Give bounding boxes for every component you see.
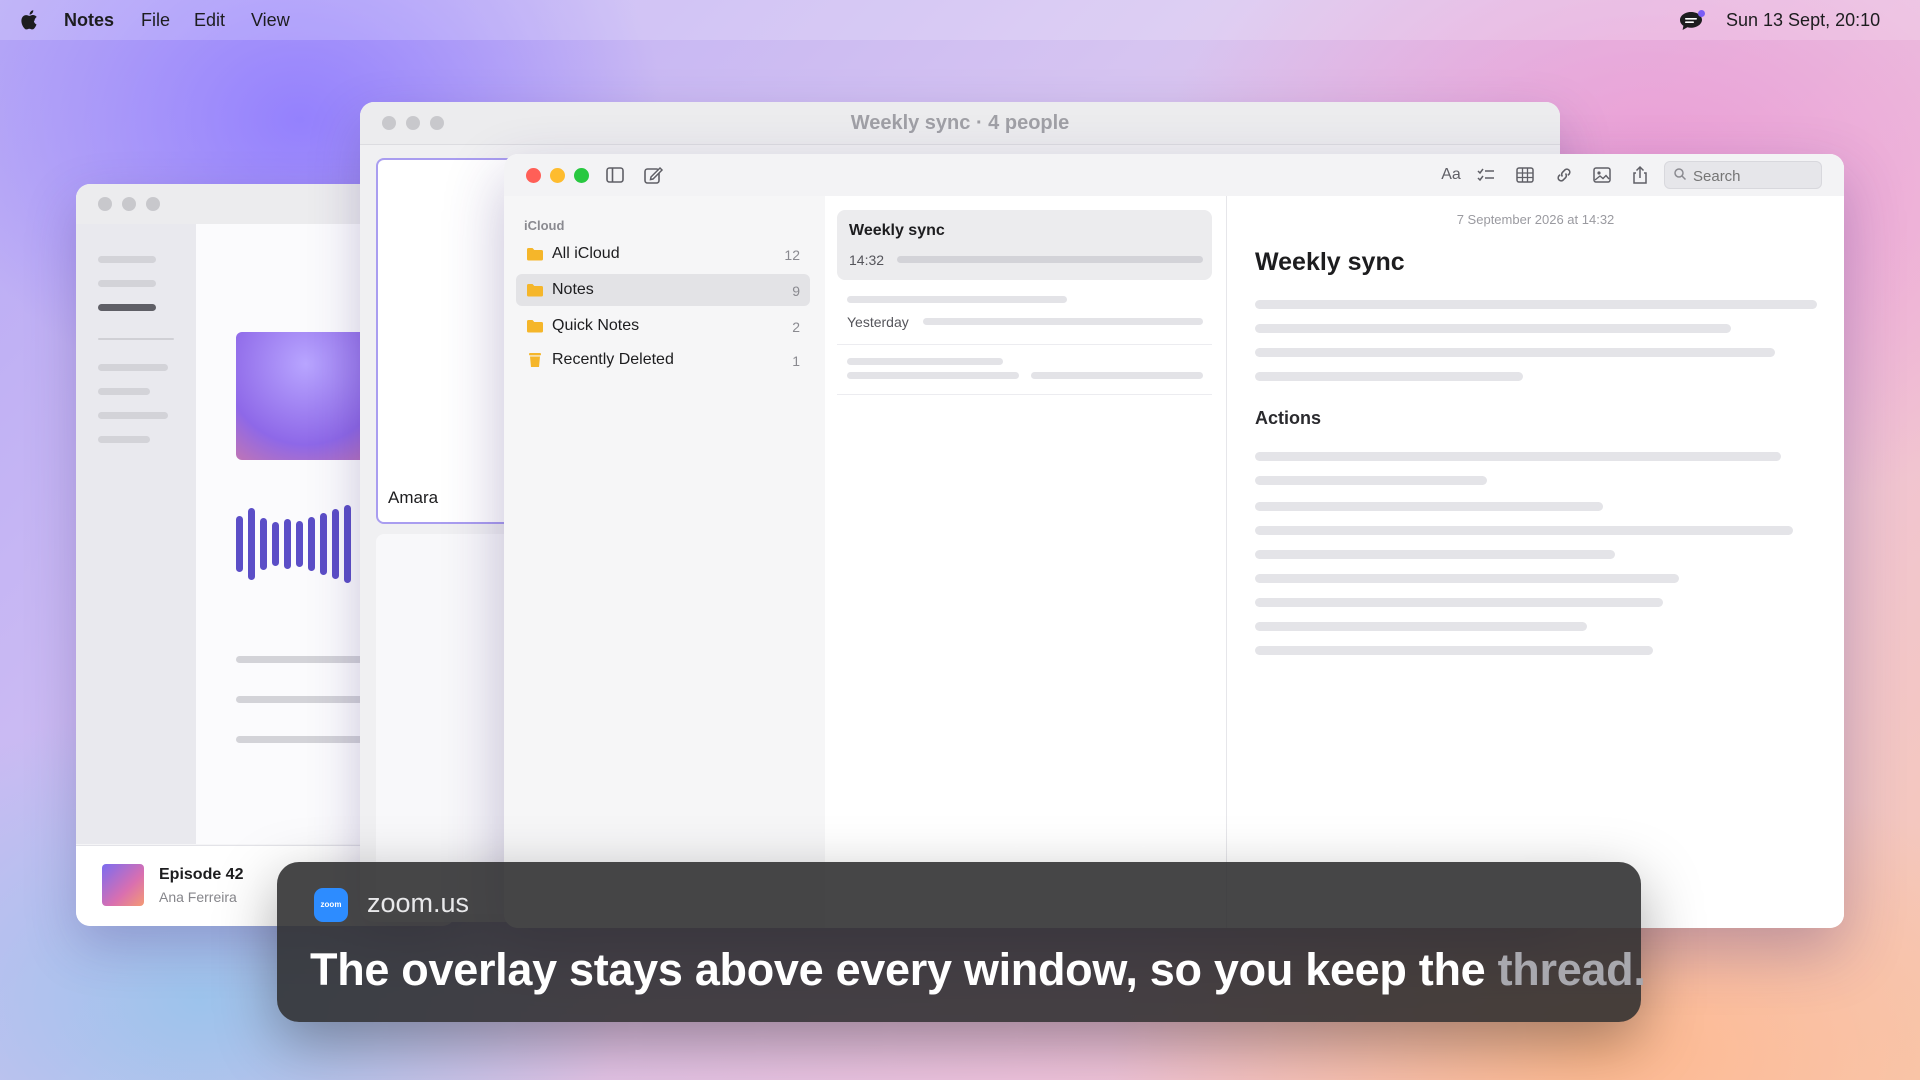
window-zoom-button[interactable] xyxy=(574,168,589,183)
window-minimize-button[interactable] xyxy=(550,168,565,183)
note-title: Weekly sync xyxy=(849,222,945,239)
checklist-icon[interactable] xyxy=(1475,164,1497,186)
folder-item-recently-deleted[interactable]: Recently Deleted 1 xyxy=(516,344,810,376)
window-zoom-button[interactable] xyxy=(146,197,160,211)
sidebar-divider xyxy=(98,338,174,340)
sidebar-placeholder xyxy=(98,364,168,371)
audio-waveform xyxy=(236,504,351,584)
search-icon xyxy=(1674,168,1687,181)
text-line-placeholder xyxy=(1255,598,1663,607)
note-preview-placeholder xyxy=(847,372,1019,379)
text-line-placeholder xyxy=(1255,348,1775,357)
note-list-item[interactable]: Yesterday xyxy=(837,286,1212,345)
folder-item-quick-notes[interactable]: Quick Notes 2 xyxy=(516,310,810,342)
podcast-sidebar xyxy=(76,224,197,844)
folder-count: 9 xyxy=(792,283,800,299)
folder-label: Recently Deleted xyxy=(552,351,674,368)
apple-logo-icon[interactable] xyxy=(20,9,40,31)
now-playing-artwork xyxy=(102,864,144,906)
note-editor[interactable]: 7 September 2026 at 14:32 Weekly sync Ac… xyxy=(1227,196,1844,928)
window-close-button[interactable] xyxy=(98,197,112,211)
menu-edit[interactable]: Edit xyxy=(194,10,225,31)
overlay-app-name: zoom.us xyxy=(367,888,470,918)
window-minimize-button[interactable] xyxy=(122,197,136,211)
note-time: Yesterday xyxy=(847,314,909,330)
text-line-placeholder xyxy=(1255,372,1523,381)
episode-title: Episode 42 xyxy=(159,866,244,883)
note-time: 14:32 xyxy=(849,252,885,268)
note-list-item[interactable] xyxy=(837,346,1212,395)
share-icon[interactable] xyxy=(1629,164,1651,186)
menu-clock[interactable]: Sun 13 Sept, 20:10 xyxy=(1726,10,1880,31)
folder-item-notes[interactable]: Notes 9 xyxy=(516,274,810,306)
folder-label: Notes xyxy=(552,281,594,298)
note-preview-placeholder xyxy=(1031,372,1203,379)
menu-file[interactable]: File xyxy=(141,10,170,31)
text-line-placeholder xyxy=(1255,550,1615,559)
text-line-placeholder xyxy=(1255,526,1793,535)
folders-sidebar: iCloud All iCloud 12 Notes 9 Quick Notes… xyxy=(504,196,826,928)
text-line-placeholder xyxy=(1255,574,1679,583)
note-section-heading[interactable]: Actions xyxy=(1255,408,1321,429)
compose-icon[interactable] xyxy=(642,164,664,186)
notes-toolbar: Aa xyxy=(504,154,1844,197)
text-line-placeholder xyxy=(1255,622,1587,631)
note-date: 7 September 2026 at 14:32 xyxy=(1456,212,1615,227)
window-close-button[interactable] xyxy=(526,168,541,183)
live-caption-text: The overlay stays above every window, so… xyxy=(310,944,1646,996)
table-icon[interactable] xyxy=(1514,164,1536,186)
sidebar-placeholder xyxy=(98,436,150,443)
menu-view[interactable]: View xyxy=(251,10,290,31)
menu-bar: Notes File Edit View Sun 13 Sept, 20:10 xyxy=(0,0,1920,40)
note-preview-placeholder xyxy=(897,256,1203,263)
notes-search-field[interactable] xyxy=(1664,161,1822,189)
caption-main-text: The overlay stays above every window, so… xyxy=(310,944,1498,995)
text-line-placeholder xyxy=(1255,452,1781,461)
text-line-placeholder xyxy=(1255,502,1603,511)
note-heading-title[interactable]: Weekly sync xyxy=(1255,248,1405,277)
trash-icon xyxy=(529,353,541,367)
folder-count: 2 xyxy=(792,319,800,335)
sidebar-placeholder xyxy=(98,256,156,263)
participant-tile-active[interactable]: Amara xyxy=(376,158,518,524)
note-list-item-selected[interactable]: Weekly sync 14:32 xyxy=(837,210,1212,280)
zoom-logo-icon: zoom xyxy=(314,888,348,922)
sidebar-placeholder xyxy=(98,280,156,287)
note-title-placeholder xyxy=(847,358,1003,365)
episode-author: Ana Ferreira xyxy=(159,889,237,905)
note-title-placeholder xyxy=(847,296,1067,303)
folder-count: 1 xyxy=(792,353,800,369)
menu-app-name[interactable]: Notes xyxy=(64,10,114,31)
sidebar-placeholder xyxy=(98,388,150,395)
folder-item-all-icloud[interactable]: All iCloud 12 xyxy=(516,238,810,270)
sidebar-toggle-icon[interactable] xyxy=(604,164,626,186)
folder-count: 12 xyxy=(784,247,800,263)
note-list: Weekly sync 14:32 Yesterday xyxy=(825,196,1227,928)
text-line-placeholder xyxy=(1255,300,1817,309)
chat-bubble-icon[interactable] xyxy=(1678,9,1706,33)
search-input[interactable] xyxy=(1691,165,1815,187)
image-icon[interactable] xyxy=(1591,164,1613,186)
text-line-placeholder xyxy=(1255,476,1487,485)
sidebar-section-label: iCloud xyxy=(524,218,565,233)
text-line-placeholder xyxy=(1255,646,1653,655)
folder-icon xyxy=(527,320,543,333)
text-format-icon[interactable]: Aa xyxy=(1436,164,1466,186)
sidebar-placeholder-selected xyxy=(98,304,156,311)
folder-label: Quick Notes xyxy=(552,317,640,334)
sidebar-placeholder xyxy=(98,412,168,419)
participant-name: Amara xyxy=(388,488,439,507)
folder-icon xyxy=(527,284,543,297)
text-line-placeholder xyxy=(1255,324,1731,333)
folder-label: All iCloud xyxy=(552,245,620,262)
caption-pending-text: thread. xyxy=(1497,944,1646,995)
link-icon[interactable] xyxy=(1553,164,1575,186)
participant-tile[interactable] xyxy=(376,534,514,914)
call-window-title: Weekly sync · 4 people xyxy=(850,112,1070,134)
note-preview-placeholder xyxy=(923,318,1203,325)
folder-icon xyxy=(527,248,543,261)
call-window-titlebar: Weekly sync · 4 people xyxy=(360,102,1560,145)
notes-window: Aa Search iCloud All iCloud 12 Notes 9 Q… xyxy=(504,154,1844,928)
caption-overlay[interactable]: zoom zoom.us The overlay stays above eve… xyxy=(277,862,1646,1022)
